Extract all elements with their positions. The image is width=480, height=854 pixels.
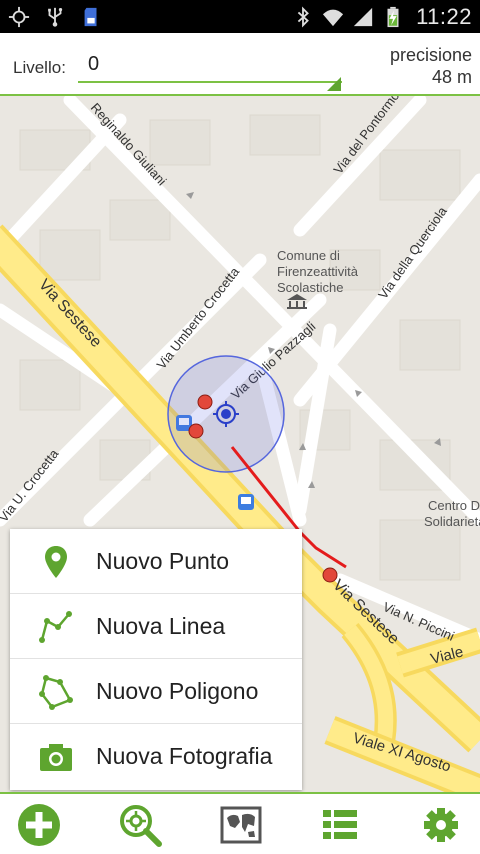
poi-label: Solidarieta Q S	[424, 514, 480, 529]
gps-icon	[8, 6, 30, 27]
polyline-icon	[39, 611, 72, 643]
new-polygon-menu-item[interactable]: Nuovo Poligono	[10, 659, 302, 724]
precision-value: 48 m	[431, 67, 472, 87]
poi-label: Centro D	[428, 498, 480, 513]
level-label: Livello:	[13, 58, 66, 77]
precision-label: precisione	[389, 45, 472, 65]
list-icon[interactable]	[317, 802, 363, 848]
level-input[interactable]	[78, 47, 342, 83]
camera-icon	[40, 744, 72, 771]
menu-item-label: Nuova Fotografia	[96, 743, 273, 769]
menu-item-label: Nuovo Poligono	[96, 677, 259, 704]
map-icon[interactable]	[218, 802, 264, 848]
new-point-menu-item[interactable]: Nuovo Punto	[10, 529, 302, 594]
menu-item-label: Nuova Linea	[96, 612, 226, 639]
poi-point[interactable]	[197, 394, 213, 410]
bus-stop-icon	[238, 494, 254, 510]
menu-item-label: Nuovo Punto	[96, 547, 229, 574]
settings-gear-icon[interactable]	[418, 802, 464, 848]
add-feature-menu: Nuovo Punto Nuova Linea Nuovo Poligono N…	[10, 529, 302, 790]
wifi-icon	[322, 9, 344, 26]
museum-icon	[287, 294, 307, 309]
poi-point[interactable]	[188, 423, 204, 439]
battery-charging-icon	[387, 6, 399, 27]
usb-icon	[48, 7, 63, 27]
precision-display: precisione 48 m	[390, 44, 472, 88]
street-label: Via U. Crocetta	[0, 446, 62, 525]
polygon-icon	[39, 675, 73, 710]
street-label: Via della Querciola	[375, 203, 450, 301]
poi-label: Comune di	[277, 248, 340, 263]
new-photo-menu-item[interactable]: Nuova Fotografia	[10, 724, 302, 789]
clock: 11:22	[416, 3, 472, 29]
signal-icon	[353, 7, 373, 26]
sd-card-icon	[84, 7, 97, 26]
bluetooth-icon	[297, 6, 309, 27]
new-line-menu-item[interactable]: Nuova Linea	[10, 594, 302, 659]
status-bar: 11:22	[0, 0, 480, 33]
poi-label: Scolastiche	[277, 280, 343, 295]
bottom-toolbar	[0, 792, 480, 854]
poi-label: Firenzeattività	[277, 264, 359, 279]
level-header: Livello: precisione 48 m	[0, 33, 480, 96]
poi-point[interactable]	[322, 567, 338, 583]
search-location-icon[interactable]	[117, 802, 163, 848]
add-icon[interactable]	[16, 802, 62, 848]
level-input-corner	[327, 77, 341, 91]
map-pin-icon	[45, 546, 67, 578]
